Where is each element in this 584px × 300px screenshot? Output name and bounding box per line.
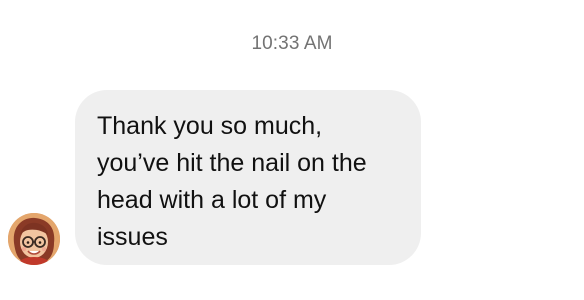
- message-timestamp: 10:33 AM: [251, 33, 333, 54]
- message-bubble[interactable]: Thank you so much, you’ve hit the nail o…: [75, 90, 421, 265]
- incoming-message-row: Thank you so much, you’ve hit the nail o…: [8, 90, 568, 265]
- person-avatar-icon: [8, 213, 60, 265]
- chat-thread: 10:33 AM Thank you so much, you’ve hit t…: [0, 0, 584, 300]
- message-text: Thank you so much, you’ve hit the nail o…: [97, 112, 367, 251]
- sender-avatar[interactable]: [8, 213, 60, 265]
